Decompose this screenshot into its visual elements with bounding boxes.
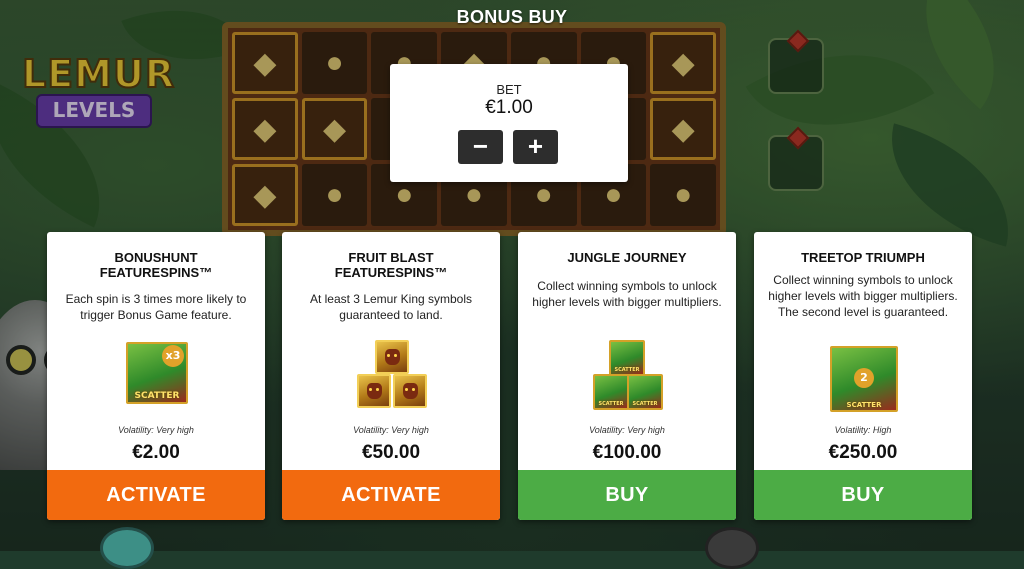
lemur-king-symbols-image [357, 340, 427, 408]
lemur-king-symbol [375, 340, 409, 374]
scatter-symbol: SCATTER [627, 374, 663, 410]
card-price: €100.00 [592, 442, 662, 463]
card-volatility: Volatility: Very high [353, 425, 429, 435]
scatter-symbol: x3 SCATTER [126, 342, 188, 404]
card-title: BONUSHUNT FEATURESPINS™ [99, 250, 213, 280]
scatter-symbols-image: SCATTER SCATTER SCATTER [593, 340, 663, 410]
card-volatility: Volatility: High [834, 425, 892, 435]
bonus-card-fruit-blast: FRUIT BLAST FEATURESPINS™ At least 3 Lem… [282, 232, 500, 520]
bet-label: BET [496, 82, 522, 97]
activate-bonushunt-button[interactable]: ACTIVATE [47, 470, 265, 520]
scatter-symbol: SCATTER [593, 374, 629, 410]
card-title: TREETOP TRIUMPH [801, 250, 925, 265]
bonus-card-bonushunt: BONUSHUNT FEATURESPINS™ Each spin is 3 t… [47, 232, 265, 520]
bonus-card-treetop-triumph: TREETOP TRIUMPH Collect winning symbols … [754, 232, 972, 520]
increase-bet-button[interactable]: + [513, 130, 558, 164]
bottom-control-button[interactable] [705, 527, 759, 569]
scatter-multiplier-image: x3 SCATTER [126, 342, 188, 404]
level-badge: 2 [854, 368, 874, 388]
card-price: €2.00 [132, 442, 180, 463]
buy-jungle-journey-button[interactable]: BUY [518, 470, 736, 520]
card-description: Collect winning symbols to unlock higher… [532, 279, 722, 309]
lemur-king-symbol [393, 374, 427, 408]
decrease-bet-button[interactable]: − [458, 130, 503, 164]
scatter-symbols-grid: 2 SCATTER [830, 346, 898, 412]
lemur-king-symbol [357, 374, 391, 408]
bet-value: €1.00 [485, 97, 533, 118]
bonus-card-jungle-journey: JUNGLE JOURNEY Collect winning symbols t… [518, 232, 736, 520]
multiplier-badge: x3 [162, 345, 184, 367]
bet-panel: BET €1.00 − + [390, 64, 628, 182]
card-description: Collect winning symbols to unlock higher… [768, 273, 958, 319]
card-title: FRUIT BLAST FEATURESPINS™ [334, 250, 448, 280]
card-volatility: Volatility: Very high [118, 425, 194, 435]
bottom-control-button[interactable] [100, 527, 154, 569]
card-price: €50.00 [361, 442, 421, 463]
card-volatility: Volatility: Very high [589, 425, 665, 435]
card-description: At least 3 Lemur King symbols guaranteed… [309, 292, 473, 322]
scatter-label: SCATTER [134, 391, 180, 401]
card-description: Each spin is 3 times more likely to trig… [65, 292, 247, 322]
scatter-symbol: SCATTER [609, 340, 645, 376]
dialog-title: BONUS BUY [456, 7, 568, 27]
card-price: €250.00 [828, 442, 898, 463]
buy-treetop-triumph-button[interactable]: BUY [754, 470, 972, 520]
activate-fruit-blast-button[interactable]: ACTIVATE [282, 470, 500, 520]
scatter-level-image: 2 SCATTER [830, 346, 898, 412]
card-title: JUNGLE JOURNEY [567, 250, 687, 265]
